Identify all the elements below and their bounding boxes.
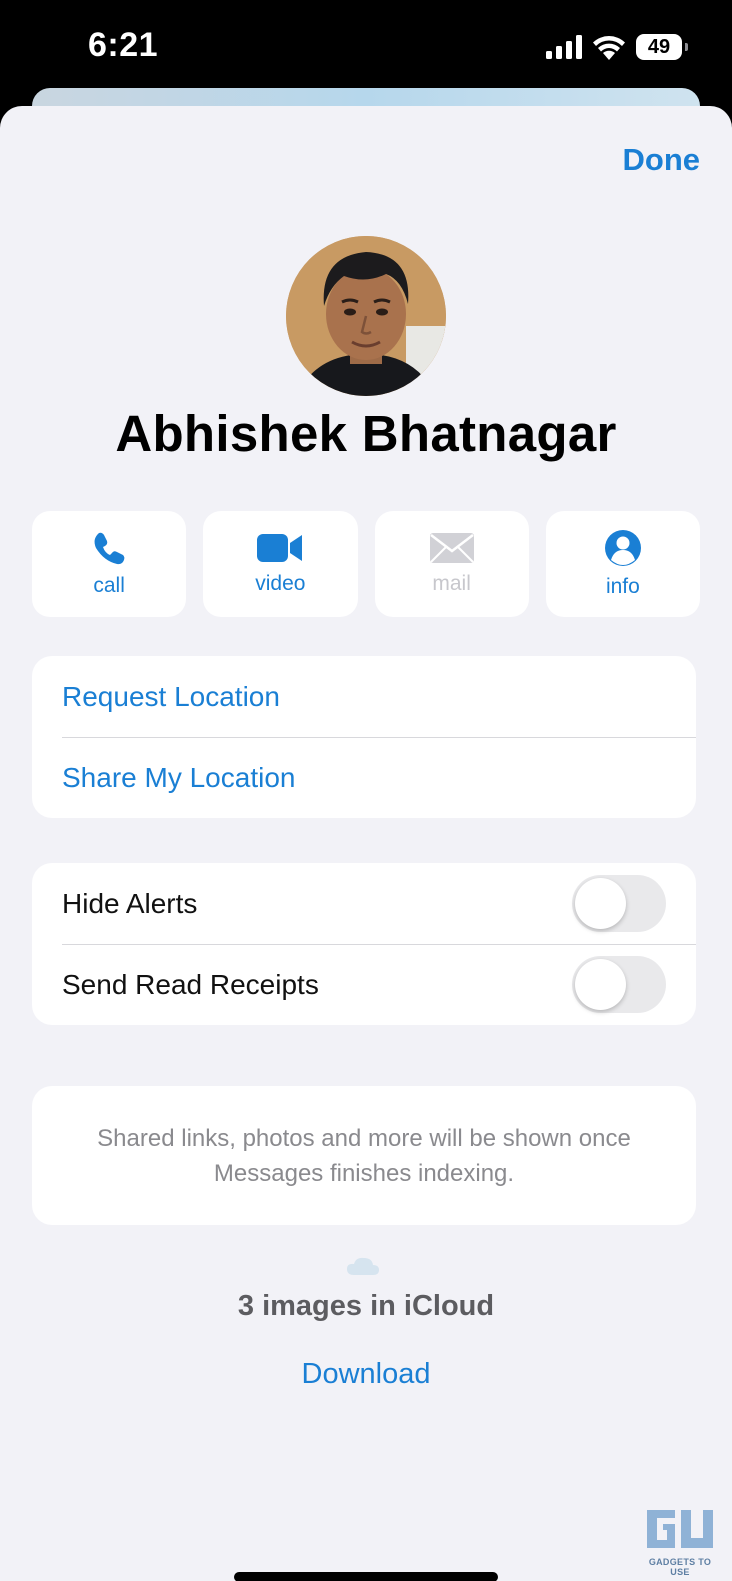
cellular-signal-icon: [546, 35, 582, 59]
phone-icon: [94, 532, 125, 565]
indexing-notice: Shared links, photos and more will be sh…: [32, 1086, 696, 1225]
watermark-text: GADGETS TO USE: [648, 1557, 712, 1577]
read-receipts-toggle[interactable]: [572, 956, 666, 1013]
read-receipts-row: Send Read Receipts: [32, 944, 696, 1025]
mail-button[interactable]: mail: [374, 511, 529, 617]
call-label: call: [93, 574, 125, 597]
hide-alerts-row: Hide Alerts: [32, 863, 696, 944]
request-location-button[interactable]: Request Location: [32, 656, 696, 737]
mail-label: mail: [432, 572, 471, 595]
wifi-icon: [593, 36, 625, 60]
hide-alerts-toggle[interactable]: [572, 875, 666, 932]
icloud-images-text: 3 images in iCloud: [237, 1290, 495, 1322]
contact-details-sheet: Done Abhishek Bhatnagar call video mail …: [0, 106, 732, 1581]
contact-name: Abhishek Bhatnagar: [115, 405, 617, 462]
read-receipts-label: Send Read Receipts: [62, 968, 319, 1000]
watermark-logo: GADGETS TO USE: [642, 1506, 718, 1577]
done-button[interactable]: Done: [623, 142, 701, 178]
video-label: video: [255, 572, 306, 595]
location-group: Request Location Share My Location: [32, 656, 696, 818]
icloud-icon: [347, 1257, 379, 1275]
person-circle-icon: [604, 530, 641, 566]
gadgets-to-use-logo-icon: [647, 1510, 713, 1548]
status-time: 6:21: [88, 26, 159, 64]
info-button[interactable]: info: [545, 511, 700, 617]
info-label: info: [605, 575, 640, 598]
status-bar: 6:21 49: [0, 0, 732, 95]
quick-actions: call video mail info: [32, 511, 700, 617]
envelope-icon: [429, 533, 474, 563]
video-button[interactable]: video: [203, 511, 358, 617]
indexing-notice-text: Shared links, photos and more will be sh…: [97, 1124, 631, 1187]
share-location-button[interactable]: Share My Location: [32, 737, 696, 818]
settings-group: Hide Alerts Send Read Receipts: [32, 863, 696, 1025]
video-camera-icon: [257, 534, 303, 562]
download-button[interactable]: Download: [0, 1358, 732, 1391]
battery-icon: 49: [636, 34, 688, 60]
status-icons: 49: [546, 34, 688, 60]
hide-alerts-label: Hide Alerts: [62, 887, 198, 919]
avatar: [286, 236, 446, 396]
call-button[interactable]: call: [32, 511, 187, 617]
home-indicator: [234, 1572, 498, 1581]
